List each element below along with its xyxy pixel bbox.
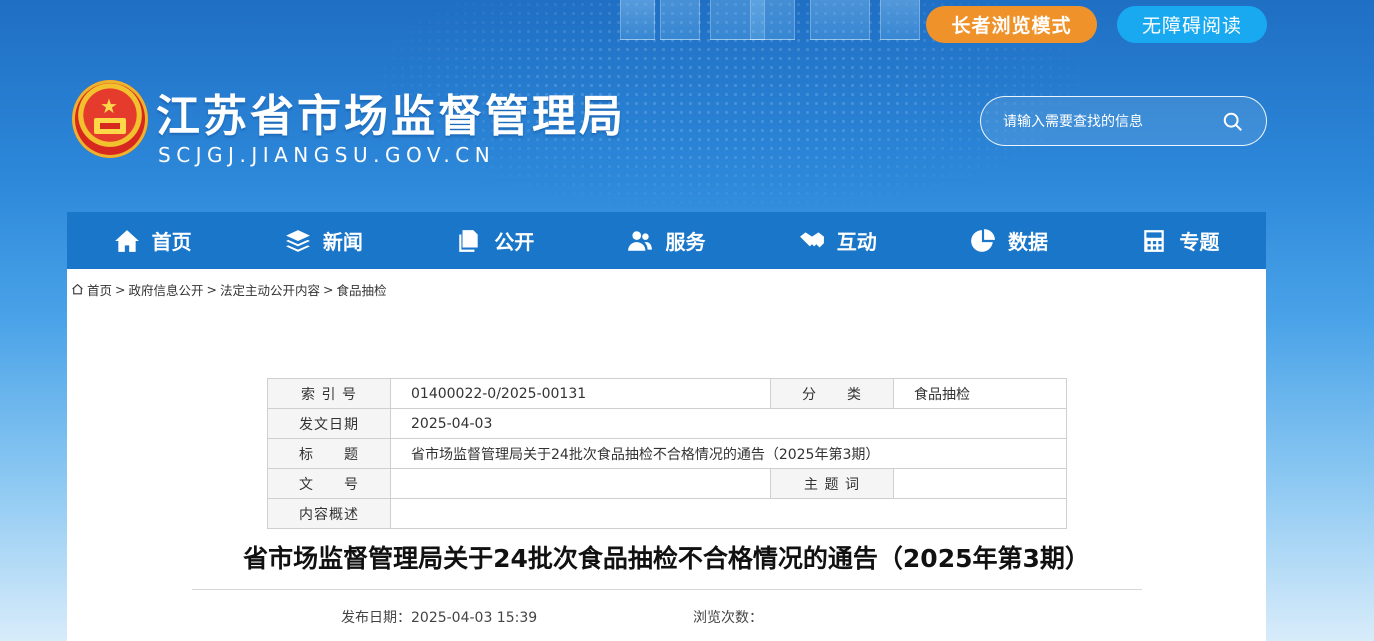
nav-item-interact[interactable]: 互动: [752, 212, 923, 269]
nav-item-label: 公开: [494, 230, 535, 254]
accessible-reading-button[interactable]: 无障碍阅读: [1117, 6, 1267, 43]
nav-item-label: 互动: [836, 230, 877, 254]
search-icon[interactable]: [1222, 111, 1244, 133]
search-box: [980, 96, 1267, 146]
layers-icon: [286, 229, 310, 252]
title-divider: [192, 589, 1142, 590]
breadcrumb-separator: >: [323, 282, 334, 297]
main-nav: 首页 新闻 公开 服务 互动 数据 专题: [67, 212, 1266, 269]
content-panel: 首页 > 政府信息公开 > 法定主动公开内容 > 食品抽检 索 引 号 0140…: [67, 269, 1266, 641]
table-row: 内容概述: [267, 498, 1067, 529]
users-icon: [628, 230, 653, 251]
national-emblem-icon: ★: [72, 80, 148, 158]
home-icon: [114, 229, 139, 252]
publish-date: 发布日期：2025-04-03 15:39: [341, 610, 538, 626]
nav-item-topic[interactable]: 专题: [1095, 212, 1266, 269]
index-number-value: 01400022-0/2025-00131: [390, 378, 771, 409]
home-icon: [72, 283, 83, 295]
nav-item-label: 数据: [1008, 230, 1049, 254]
site-title[interactable]: 江苏省市场监督管理局: [156, 80, 626, 144]
nav-item-label: 服务: [665, 230, 706, 254]
document-meta-table: 索 引 号 01400022-0/2025-00131 分 类 食品抽检 发文日…: [267, 378, 1067, 529]
breadcrumb-link-statutory[interactable]: 法定主动公开内容: [220, 280, 320, 299]
keywords-label: 主 题 词: [770, 468, 894, 499]
title-label: 标 题: [267, 438, 391, 469]
nav-item-data[interactable]: 数据: [923, 212, 1094, 269]
nav-item-public[interactable]: 公开: [410, 212, 581, 269]
calculator-icon: [1144, 229, 1165, 252]
category-value: 食品抽检: [893, 378, 1067, 409]
breadcrumb: 首页 > 政府信息公开 > 法定主动公开内容 > 食品抽检: [71, 280, 387, 299]
doc-number-value: [390, 468, 771, 499]
table-row: 文 号 主 题 词: [267, 468, 1067, 499]
index-number-label: 索 引 号: [267, 378, 391, 409]
doc-number-label: 文 号: [267, 468, 391, 499]
breadcrumb-link-food-inspection[interactable]: 食品抽检: [337, 280, 387, 299]
issue-date-label: 发文日期: [267, 408, 391, 439]
nav-item-service[interactable]: 服务: [581, 212, 752, 269]
handshake-icon: [799, 231, 824, 247]
view-count: 浏览次数：: [693, 610, 763, 626]
nav-item-home[interactable]: 首页: [67, 212, 238, 269]
site-domain: SCJGJ.JIANGSU.GOV.CN: [158, 143, 496, 167]
category-label: 分 类: [770, 378, 894, 409]
document-stack-icon: [459, 229, 478, 252]
title-value: 省市场监督管理局关于24批次食品抽检不合格情况的通告（2025年第3期）: [390, 438, 1067, 469]
breadcrumb-separator: >: [115, 282, 126, 297]
summary-value: [390, 498, 1067, 529]
elder-mode-button[interactable]: 长者浏览模式: [926, 6, 1097, 43]
pie-chart-icon: [971, 228, 995, 252]
search-input[interactable]: [1003, 110, 1223, 134]
article-title: 省市场监督管理局关于24批次食品抽检不合格情况的通告（2025年第3期）: [243, 544, 1090, 573]
nav-item-label: 专题: [1179, 230, 1220, 254]
issue-date-value: 2025-04-03: [390, 408, 1067, 439]
table-row: 标 题 省市场监督管理局关于24批次食品抽检不合格情况的通告（2025年第3期）: [267, 438, 1067, 469]
nav-item-label: 首页: [151, 230, 192, 254]
breadcrumb-separator: >: [206, 282, 217, 297]
nav-item-news[interactable]: 新闻: [238, 212, 409, 269]
breadcrumb-link-home[interactable]: 首页: [87, 280, 112, 299]
table-row: 发文日期 2025-04-03: [267, 408, 1067, 439]
nav-item-label: 新闻: [322, 230, 363, 254]
breadcrumb-link-gov-info[interactable]: 政府信息公开: [129, 280, 204, 299]
keywords-value: [893, 468, 1067, 499]
summary-label: 内容概述: [267, 498, 391, 529]
table-row: 索 引 号 01400022-0/2025-00131 分 类 食品抽检: [267, 378, 1067, 409]
